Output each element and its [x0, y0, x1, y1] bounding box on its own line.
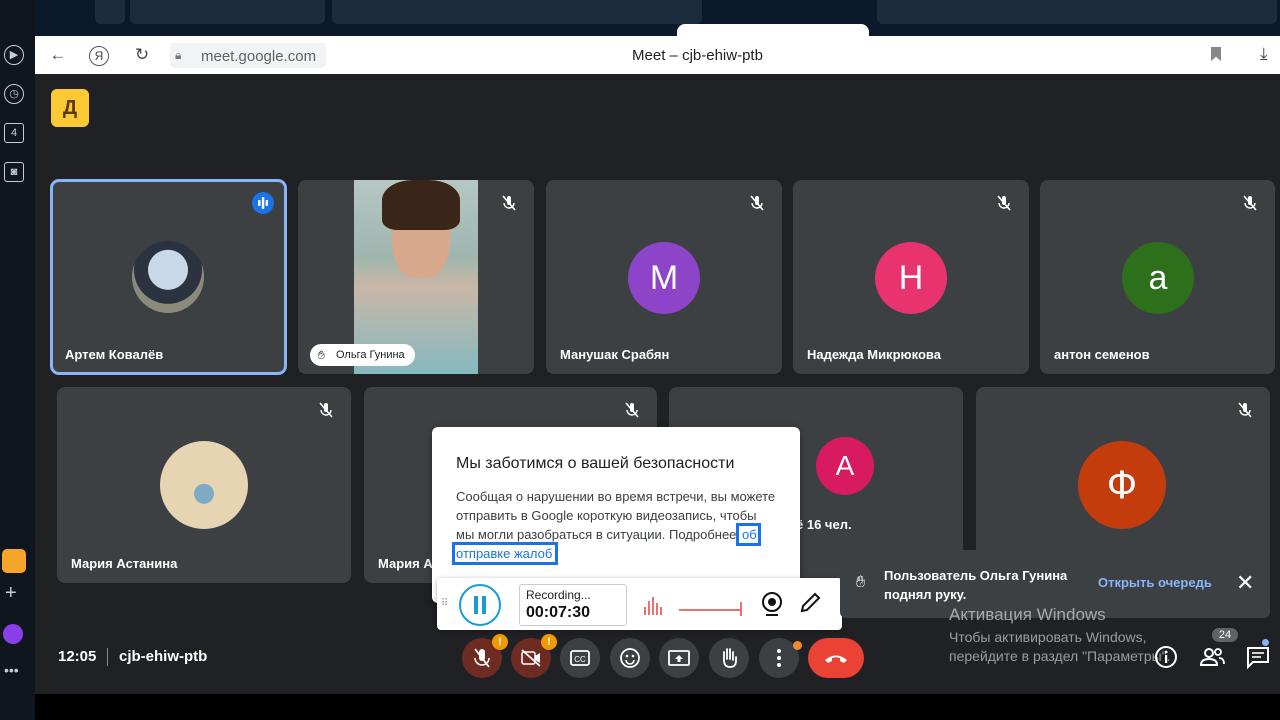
recording-label: Recording... [526, 588, 591, 602]
mic-off-icon [623, 401, 641, 419]
recorder-widget: ⠿ Recording... 00:07:30 [437, 578, 842, 630]
tab[interactable] [95, 0, 125, 24]
camera-toggle-button[interactable]: ! [511, 634, 557, 678]
url-text[interactable]: meet.google.com [201, 48, 316, 65]
participant-name: Мария А [378, 556, 433, 571]
dialog-title: Мы заботимся о вашей безопасности [456, 455, 735, 472]
recording-time: 00:07:30 [526, 604, 591, 621]
dialog-body: Сообщая о нарушении во время встречи, вы… [452, 487, 776, 565]
mic-off-icon [748, 194, 766, 212]
avatar [132, 241, 204, 313]
hand-icon: ✋︎ [318, 348, 325, 362]
chat-icon[interactable] [1244, 639, 1272, 671]
mic-off-icon [1236, 401, 1254, 419]
divider [107, 648, 108, 666]
participant-tile[interactable]: а антон семенов [1040, 180, 1275, 374]
alice-icon[interactable] [3, 624, 23, 644]
open-queue-button[interactable]: Открыть очередь [1098, 575, 1212, 590]
tab-active[interactable] [677, 24, 869, 36]
others-count: ё 16 чел. [796, 517, 852, 532]
info-icon[interactable] [1152, 643, 1180, 671]
tab[interactable] [130, 0, 325, 24]
mic-off-icon [317, 401, 335, 419]
download-icon[interactable]: ⤓ [1260, 44, 1268, 64]
back-icon[interactable]: ← [47, 44, 69, 66]
end-call-button[interactable] [808, 638, 864, 678]
participant-name: Манушак Срабян [560, 347, 670, 362]
webcam-icon[interactable] [760, 591, 784, 617]
clock: 12:05 [58, 648, 97, 665]
emoji-button[interactable] [610, 638, 650, 678]
svg-text:CC: CC [574, 655, 586, 664]
tab[interactable] [877, 0, 1277, 24]
participant-name: Артем Ковалёв [65, 347, 164, 362]
meeting-code: cjb-ehiw-ptb [119, 648, 208, 665]
raised-hand-chip: ✋︎ Ольга Гунина [310, 344, 415, 366]
close-icon[interactable]: ✕ [1236, 570, 1254, 596]
participant-count-badge: 24 [1212, 628, 1238, 642]
drag-handle[interactable]: ⠿ [441, 598, 448, 609]
captions-button[interactable]: CC [560, 638, 600, 678]
browser-sidebar: ▶ ◷ 4 ◙ + ••• [0, 0, 35, 720]
avatar [160, 441, 248, 529]
hand-icon: ✋︎ [856, 574, 866, 591]
present-button[interactable] [659, 638, 699, 678]
speaking-icon [252, 192, 274, 214]
reload-icon[interactable]: ↻ [131, 44, 153, 66]
app-logo: Д [51, 89, 89, 127]
raise-hand-button[interactable] [709, 638, 749, 678]
tab[interactable] [332, 0, 702, 24]
page-title: Meet – cjb-ehiw-ptb [632, 47, 763, 64]
history-icon[interactable]: ◷ [4, 84, 24, 104]
pause-button[interactable] [459, 584, 501, 626]
avatar: А [816, 437, 874, 495]
mic-off-icon [1241, 194, 1259, 212]
volume-handle[interactable] [740, 602, 742, 616]
play-icon[interactable]: ▶ [4, 45, 24, 65]
lock-icon[interactable]: 🔒︎ [175, 48, 185, 62]
unread-dot [1262, 639, 1269, 646]
yandex-icon[interactable]: Я [89, 46, 109, 66]
mic-off-icon [995, 194, 1013, 212]
people-icon[interactable] [1198, 643, 1226, 671]
warning-badge: ! [541, 634, 557, 650]
participant-tile[interactable]: Н Надежда Микрюкова [793, 180, 1029, 374]
activation-title: Активация Windows [949, 605, 1106, 624]
audio-level-icon [644, 595, 662, 615]
participant-tile[interactable]: ✋︎ Ольга Гунина [298, 180, 534, 374]
notification-text: Пользователь Ольга Гунина поднял руку. [884, 568, 1068, 602]
participant-name: Ольга Гунина [336, 349, 405, 361]
participant-tile[interactable]: М Манушак Срабян [546, 180, 782, 374]
tab-strip [35, 0, 1280, 36]
warning-badge: ! [492, 634, 508, 650]
mic-toggle-button[interactable]: ! [462, 634, 508, 678]
avatar: Ф [1078, 441, 1166, 529]
participant-name: антон семенов [1054, 347, 1150, 362]
screenshot-icon[interactable]: ◙ [4, 162, 24, 182]
dialog-tail: . [554, 546, 558, 561]
add-icon[interactable]: + [5, 582, 17, 605]
avatar: М [628, 242, 700, 314]
mic-off-icon [500, 194, 518, 212]
volume-slider[interactable] [679, 609, 741, 611]
tab-counter[interactable]: 4 [4, 123, 24, 143]
more-options-button[interactable] [759, 638, 802, 678]
dialog-text: Сообщая о нарушении во время встречи, вы… [456, 489, 776, 542]
participant-name: Надежда Микрюкова [807, 347, 941, 362]
avatar: а [1122, 242, 1194, 314]
more-icon[interactable]: ••• [4, 662, 19, 678]
mail-icon[interactable] [2, 549, 26, 573]
participant-name: Мария Астанина [71, 556, 178, 571]
pencil-icon[interactable] [798, 591, 822, 615]
participant-tile[interactable]: Мария Астанина [57, 387, 351, 583]
safety-dialog: Мы заботимся о вашей безопасности Сообща… [432, 427, 800, 603]
recording-status: Recording... 00:07:30 [519, 584, 627, 626]
avatar: Н [875, 242, 947, 314]
notification-dot [793, 641, 802, 650]
participant-tile[interactable]: Артем Ковалёв [50, 179, 287, 375]
